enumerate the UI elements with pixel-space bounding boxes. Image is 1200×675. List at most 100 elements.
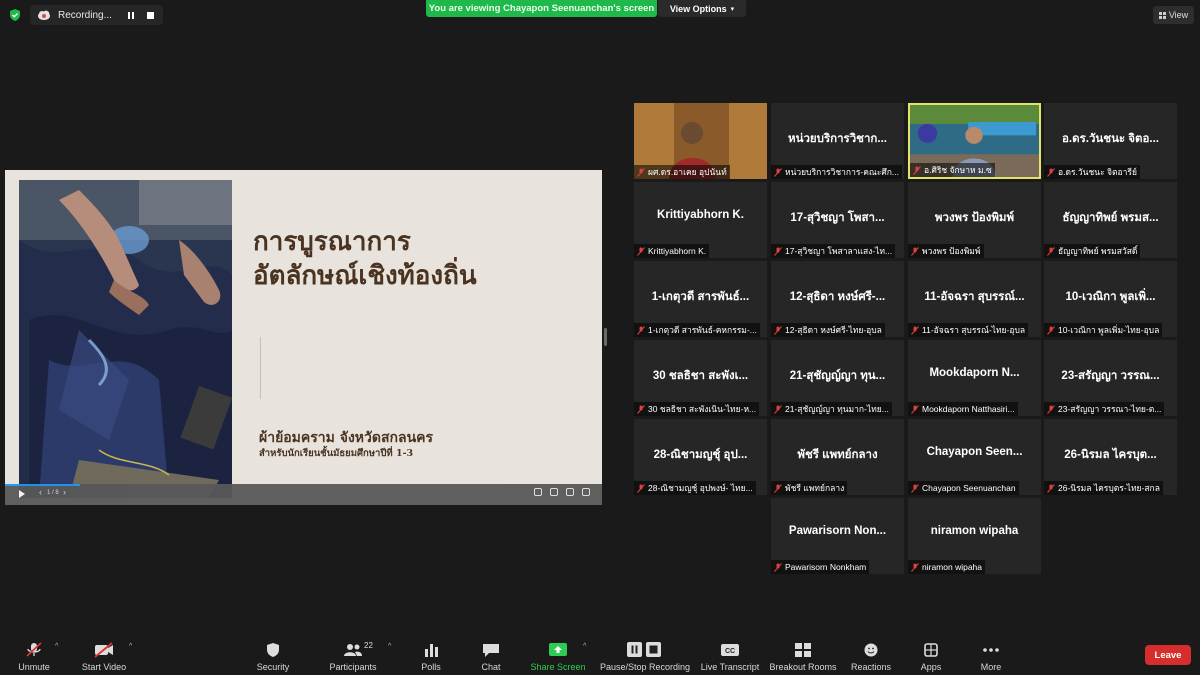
next-slide-icon[interactable]: › (63, 487, 66, 497)
play-icon[interactable] (19, 490, 25, 498)
participant-name-text: 10-เวณิกา พูลเพิ่ม-ไทย-อุบล (1058, 325, 1160, 335)
fullscreen-icon[interactable] (582, 488, 590, 496)
participant-display-name: niramon wipaha (930, 525, 1019, 537)
breakout-rooms-label: Breakout Rooms (769, 662, 837, 672)
participant-name-text: 11-อัจฉรา สุบรรณ์-ไทย-อุบล (922, 325, 1026, 335)
live-transcript-button[interactable]: CC Live Transcript (700, 640, 760, 672)
participant-tile[interactable]: 17-สุวิชญา โพสา... 17-สุวิชญา โพสาลาแสง-ไ… (771, 182, 904, 258)
participant-display-name: Mookdaporn N... (929, 367, 1020, 379)
participant-name-label: 17-สุวิชญา โพสาลาแสง-ไท... (771, 244, 896, 258)
microphone-muted-icon (774, 325, 782, 335)
participant-name-label: 30 ชลธิชา สะพังเนิน-ไทย-ห... (634, 402, 760, 416)
slide-title: การบูรณาการ อัตลักษณ์เชิงท้องถิ่น (253, 225, 593, 293)
participant-tile[interactable]: พัชรี แพทย์กลาง พัชรี แพทย์กลาง (771, 419, 904, 495)
stop-recording-button[interactable] (147, 11, 154, 19)
participant-display-name: หน่วยบริการวิชาก... (788, 133, 887, 145)
participant-name-text: 21-สุชัญญ์ญา ทุนมาก-ไทย... (785, 404, 889, 414)
participant-name-text: อ.ดร.วันชนะ จิตอารีย์ (1058, 167, 1137, 177)
share-options-caret[interactable]: ^ (583, 643, 586, 650)
shield-check-icon[interactable] (8, 8, 22, 22)
video-options-caret[interactable]: ^ (129, 643, 132, 650)
microphone-muted-icon (637, 246, 645, 256)
participant-tile[interactable]: 30 ชลธิชา สะพังเ... 30 ชลธิชา สะพังเนิน-ไ… (634, 340, 767, 416)
participant-name-text: พวงพร ป้องพิมพ์ (922, 246, 981, 256)
participant-tile[interactable]: Chayapon Seen... Chayapon Seenuanchan (908, 419, 1041, 495)
audio-options-caret[interactable]: ^ (55, 643, 58, 650)
unmute-button[interactable]: Unmute (14, 640, 54, 672)
slide-title-line2: อัตลักษณ์เชิงท้องถิ่น (253, 261, 477, 291)
participant-name-label: 1-เกตุวดี สารพันธ์-คหกรรม-... (634, 323, 760, 337)
leave-button[interactable]: Leave (1145, 645, 1191, 665)
participant-name-label: 23-สรัญญา วรรณา-ไทย-ต... (1044, 402, 1165, 416)
pause-recording-button[interactable] (128, 11, 134, 19)
slide-subtitle-grade: สำหรับนักเรียนชั้นมัธยมศึกษาปีที่ 1-3 (259, 448, 414, 459)
participant-name-text: หน่วยบริการวิชาการ-คณะศึก... (785, 167, 900, 177)
participant-tile[interactable]: 1-เกตุวดี สารพันธ์... 1-เกตุวดี สารพันธ์-… (634, 261, 767, 337)
breakout-rooms-button[interactable]: Breakout Rooms (769, 640, 837, 672)
participant-display-name: 30 ชลธิชา สะพังเ... (652, 370, 749, 382)
participants-options-caret[interactable]: ^ (388, 643, 391, 650)
participant-name-label: ธัญญาทิพย์ พรมสวัสดิ์ (1044, 244, 1141, 258)
participant-tile[interactable]: Mookdaporn N... Mookdaporn Natthasiri... (908, 340, 1041, 416)
security-button[interactable]: Security (253, 640, 293, 672)
participant-name-text: 23-สรัญญา วรรณา-ไทย-ต... (1058, 404, 1162, 414)
participant-tile[interactable]: อ.ดร.วันชนะ จิตอ... อ.ดร.วันชนะ จิตอารีย์ (1044, 103, 1177, 179)
participant-tile[interactable]: 21-สุชัญญ์ญา ทุน... 21-สุชัญญ์ญา ทุนมาก-ไ… (771, 340, 904, 416)
microphone-muted-icon (1047, 167, 1055, 177)
participant-tile[interactable]: niramon wipaha niramon wipaha (908, 498, 1041, 574)
participant-tile[interactable]: 12-สุธิดา หงษ์ศรี-... 12-สุธิดา หงษ์ศรี-ไ… (771, 261, 904, 337)
participant-tile[interactable]: 26-นิรมล ไครบุต... 26-นิรมล ไครบุตร-ไทย-ส… (1044, 419, 1177, 495)
participant-name-text: Mookdaporn Natthasiri... (922, 404, 1015, 414)
svg-text:CC: CC (725, 648, 735, 655)
pause-stop-recording-button[interactable]: Pause/Stop Recording (600, 640, 690, 672)
polls-button[interactable]: Polls (416, 640, 446, 672)
participant-name-label: 26-นิรมล ไครบุตร-ไทย-สกล (1044, 481, 1163, 495)
participant-tile[interactable]: ธัญญาทิพย์ พรมส... ธัญญาทิพย์ พรมสวัสดิ์ (1044, 182, 1177, 258)
slide-controls-bar[interactable]: ‹ 1 / 8 › (5, 484, 602, 505)
participant-name-label: อ.ดร.วันชนะ จิตอารีย์ (1044, 165, 1140, 179)
polls-bar-chart-icon (425, 644, 438, 657)
shared-screen[interactable]: การบูรณาการ อัตลักษณ์เชิงท้องถิ่น ผ้าย้อ… (5, 170, 602, 505)
participant-tile[interactable]: 10-เวณิกา พูลเพิ่... 10-เวณิกา พูลเพิ่ม-ไ… (1044, 261, 1177, 337)
participant-tile[interactable]: พวงพร ป้องพิมพ์ พวงพร ป้องพิมพ์ (908, 182, 1041, 258)
settings-icon[interactable] (566, 488, 574, 496)
microphone-muted-icon (911, 246, 919, 256)
link-icon[interactable] (550, 488, 558, 496)
more-button[interactable]: More (976, 640, 1006, 672)
recording-label: Recording... (58, 9, 112, 21)
recording-indicator[interactable]: Recording... (30, 5, 163, 25)
share-screen-button[interactable]: Share Screen (530, 640, 586, 672)
microphone-muted-icon (911, 325, 919, 335)
participant-name-label: Mookdaporn Natthasiri... (908, 402, 1018, 416)
microphone-muted-icon (1047, 404, 1055, 414)
captions-icon[interactable] (534, 488, 542, 496)
participant-tile[interactable]: Pawarisorn Non... Pawarisorn Nonkham (771, 498, 904, 574)
microphone-muted-icon (637, 325, 645, 335)
participant-name-label: พวงพร ป้องพิมพ์ (908, 244, 984, 258)
participant-name-label: 12-สุธิดา หงษ์ศรี-ไทย-อุบล (771, 323, 885, 337)
pause-stop-recording-label: Pause/Stop Recording (599, 662, 691, 672)
cloud-recording-icon (38, 10, 50, 20)
participant-tile[interactable]: 28-ณิชามญชุ์ อุป... 28-ณิชามญชุ์ อุปพงษ์-… (634, 419, 767, 495)
participant-display-name: 26-นิรมล ไครบุต... (1064, 449, 1157, 461)
previous-slide-icon[interactable]: ‹ (39, 487, 42, 497)
view-button[interactable]: View (1153, 6, 1194, 24)
participant-name-label: Krittiyabhorn K. (634, 244, 710, 258)
start-video-button[interactable]: Start Video (80, 640, 128, 672)
participant-name-label: 10-เวณิกา พูลเพิ่ม-ไทย-อุบล (1044, 323, 1163, 337)
participant-tile[interactable]: ผศ.ดร.อาเคย อุปนันท์ (634, 103, 767, 179)
apps-button[interactable]: Apps (916, 640, 946, 672)
participant-tile[interactable]: Krittiyabhorn K. Krittiyabhorn K. (634, 182, 767, 258)
view-options-button[interactable]: View Options ▾ (658, 0, 746, 17)
chat-button[interactable]: Chat (476, 640, 506, 672)
split-view-handle[interactable] (604, 328, 607, 346)
reactions-smiley-icon (864, 643, 878, 657)
participant-tile[interactable]: หน่วยบริการวิชาก... หน่วยบริการวิชาการ-คณ… (771, 103, 904, 179)
participant-tile[interactable]: อ.ศิริช จักษาห ม.ซ (908, 103, 1041, 179)
participant-tile[interactable]: 11-อัจฉรา สุบรรณ์... 11-อัจฉรา สุบรรณ์-ไท… (908, 261, 1041, 337)
participant-tile[interactable]: 23-สรัญญา วรรณ... 23-สรัญญา วรรณา-ไทย-ต..… (1044, 340, 1177, 416)
participant-name-label: ผศ.ดร.อาเคย อุปนันท์ (634, 165, 730, 179)
security-label: Security (256, 662, 290, 672)
reactions-button[interactable]: Reactions (851, 640, 891, 672)
participant-display-name: Chayapon Seen... (926, 446, 1023, 458)
